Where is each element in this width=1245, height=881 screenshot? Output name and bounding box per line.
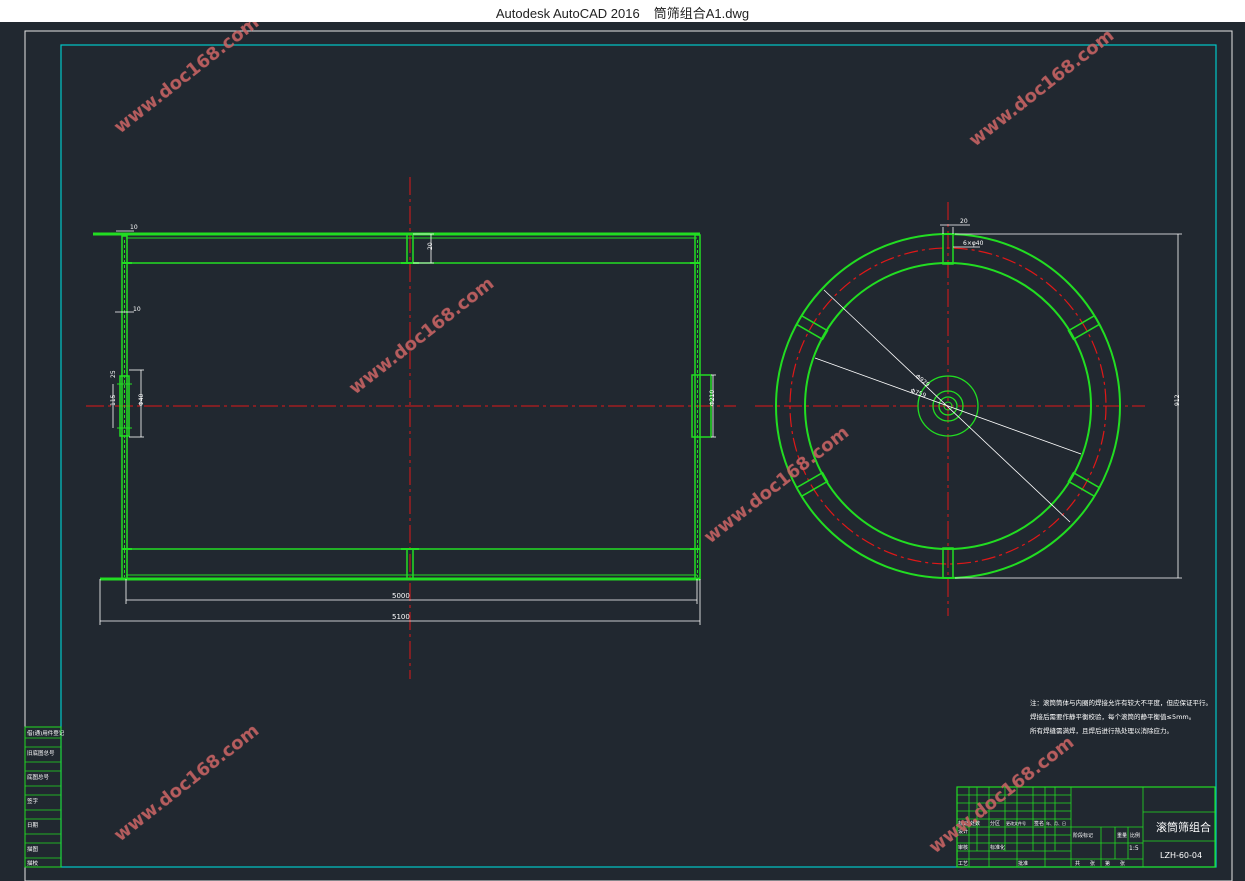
drawing-canvas[interactable]: 5000 5100 20 10 10 25 115 Φ40 Φ210 20 6×… [0,22,1245,881]
watermark: www.doc168.com [965,25,1118,151]
tb-cell-14: 共 [1075,860,1080,867]
dim-5100: 5100 [392,613,410,621]
dim-tiny-10: 10 [130,224,138,231]
tb-cell-10: 批准 [1018,860,1028,867]
dim-left-25: 25 [110,370,117,378]
tb-cell-11: 阶段标记 [1073,832,1093,839]
tb-cell-16: 第 [1105,860,1110,867]
file-name: 筒筛组合A1.dwg [653,6,750,21]
side-row-3: 签字 [27,797,39,805]
technical-notes: 注：滚筒筒体与内圈的焊接允许有较大不平度，但应保证平行。 焊接后需要作静平衡校验… [1030,698,1212,735]
watermark: www.doc168.com [110,720,263,846]
tb-cell-5: 年、月、日 [1046,820,1066,826]
tb-cell-9: 标准化 [990,844,1005,851]
tb-part-code: LZH-60-04 [1160,851,1202,860]
tb-cell-3: 更改文件号 [1006,820,1026,826]
tb-cell-7: 审核 [958,844,968,851]
dim-dia-big: Φ929 [914,373,931,389]
dim-top-20: 20 [427,242,434,250]
note-line-2: 焊接后需要作静平衡校验，每个滚筒的静平衡值≤5mm。 [1030,712,1195,721]
dim-left-115: 115 [110,394,117,406]
side-row-5: 描图 [27,845,39,853]
app-title: Autodesk AutoCAD 2016 [495,6,640,21]
tb-part-name: 滚筒筛组合 [1156,820,1211,834]
dim-5000: 5000 [392,592,410,600]
tb-cell-12: 重量 [1117,832,1127,839]
side-row-4: 日期 [27,822,39,829]
watermark: www.doc168.com [110,22,263,138]
tb-scale: 1:5 [1129,845,1139,852]
tb-cell-17: 张 [1120,860,1125,867]
tb-cell-2: 分区 [990,820,1000,827]
dim-left-10: 10 [133,306,141,313]
watermark: www.doc168.com [700,422,853,548]
side-row-1: 旧底图总号 [27,749,55,757]
note-line-3: 所有焊缝需满焊，且焊后进行热处理以消除应力。 [1030,726,1173,735]
watermark: www.doc168.com [345,273,498,399]
dim-end-6x: 6×φ40 [963,240,984,247]
side-table: 借(通)用件登记 旧底图总号 底图总号 签字 日期 描图 描校 [24,726,65,868]
title-bar: Autodesk AutoCAD 2016 筒筛组合A1.dwg [0,0,1245,22]
tb-cell-15: 张 [1090,860,1095,867]
dim-912: 912 [1174,394,1181,406]
tb-cell-4: 签名 [1034,820,1044,827]
side-row-2: 底图总号 [27,773,50,781]
dim-right-phi: Φ210 [709,390,716,406]
watermarks: www.doc168.com www.doc168.com www.doc168… [110,22,1118,858]
dim-end-20: 20 [960,218,968,225]
end-view: 20 6×φ40 Φ929 Φ759 912 [755,202,1182,616]
side-row-0: 借(通)用件登记 [27,729,65,737]
tb-cell-8: 工艺 [958,861,968,867]
tb-cell-13: 比例 [1130,832,1140,839]
front-view: 5000 5100 20 10 10 25 115 Φ40 Φ210 [86,177,736,679]
dim-dia-small: Φ759 [909,387,927,399]
dim-left-phi: Φ40 [138,393,145,406]
side-row-6: 描校 [27,859,39,867]
note-line-1: 注：滚筒筒体与内圈的焊接允许有较大不平度，但应保证平行。 [1030,698,1212,707]
